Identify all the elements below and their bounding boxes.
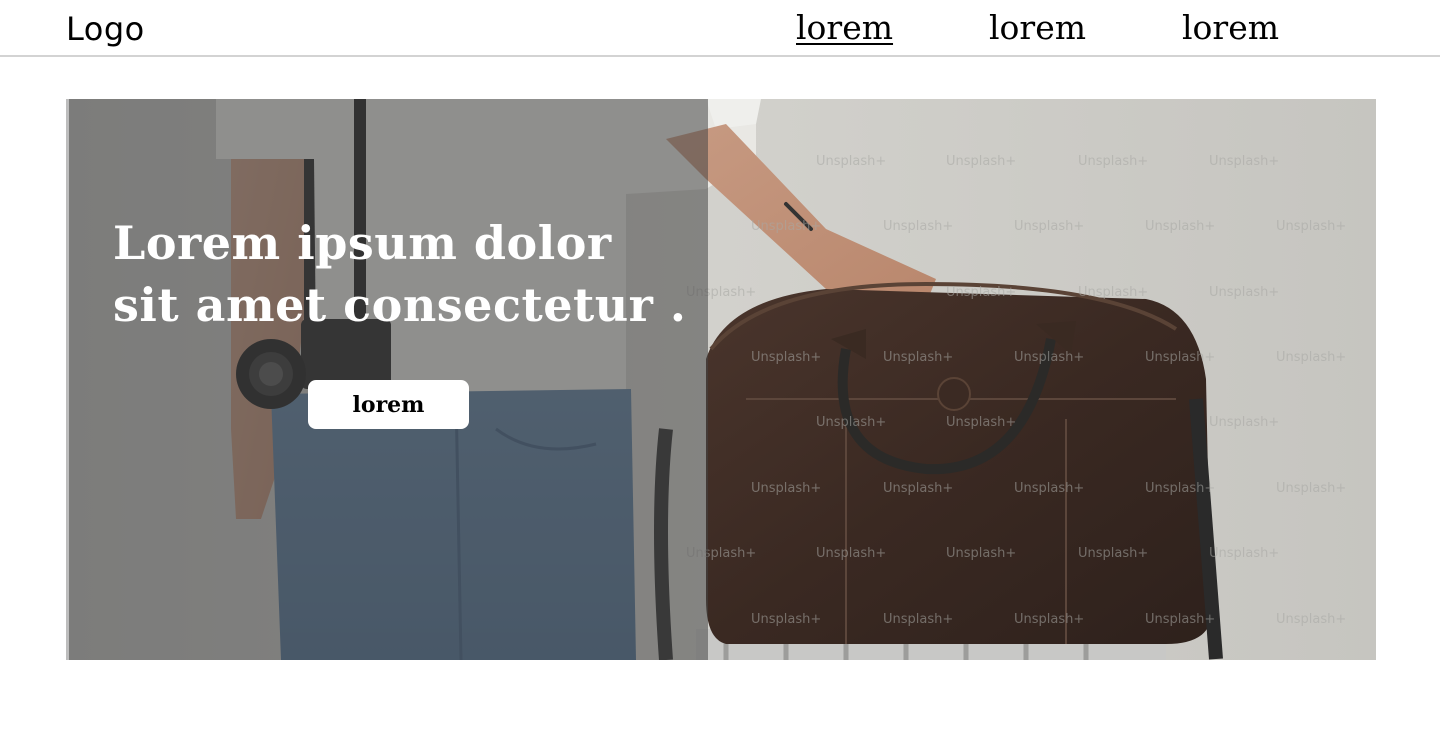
hero-left-edge (66, 99, 69, 660)
svg-text:Unsplash+: Unsplash+ (946, 415, 1016, 430)
svg-text:Unsplash+: Unsplash+ (1145, 350, 1215, 365)
svg-text:Unsplash+: Unsplash+ (946, 546, 1016, 561)
svg-text:Unsplash+: Unsplash+ (1276, 612, 1346, 627)
nav-link-2[interactable]: lorem (989, 8, 1086, 48)
svg-text:Unsplash+: Unsplash+ (1276, 481, 1346, 496)
svg-text:Unsplash+: Unsplash+ (816, 546, 886, 561)
svg-text:Unsplash+: Unsplash+ (751, 350, 821, 365)
hero-banner: Unsplash+ Unsplash+ Unsplash+ Unsplash+ … (66, 99, 1376, 660)
svg-text:Unsplash+: Unsplash+ (1014, 219, 1084, 234)
svg-text:Unsplash+: Unsplash+ (883, 481, 953, 496)
svg-text:Unsplash+: Unsplash+ (816, 154, 886, 169)
svg-text:Unsplash+: Unsplash+ (1014, 350, 1084, 365)
nav-link-3[interactable]: lorem (1182, 8, 1279, 48)
svg-text:Unsplash+: Unsplash+ (751, 219, 821, 234)
svg-text:Unsplash+: Unsplash+ (1209, 285, 1279, 300)
svg-text:Unsplash+: Unsplash+ (946, 285, 1016, 300)
svg-text:Unsplash+: Unsplash+ (1145, 612, 1215, 627)
svg-text:Unsplash+: Unsplash+ (1014, 481, 1084, 496)
svg-text:Unsplash+: Unsplash+ (1145, 481, 1215, 496)
svg-text:Unsplash+: Unsplash+ (883, 350, 953, 365)
nav-link-1[interactable]: lorem (796, 8, 893, 48)
svg-text:Unsplash+: Unsplash+ (1276, 219, 1346, 234)
svg-text:Unsplash+: Unsplash+ (883, 219, 953, 234)
svg-text:Unsplash+: Unsplash+ (751, 481, 821, 496)
svg-text:Unsplash+: Unsplash+ (1276, 350, 1346, 365)
svg-text:Unsplash+: Unsplash+ (883, 612, 953, 627)
hero-cta-button[interactable]: lorem (308, 380, 469, 429)
svg-text:Unsplash+: Unsplash+ (1145, 219, 1215, 234)
svg-text:Unsplash+: Unsplash+ (816, 415, 886, 430)
logo[interactable]: Logo (66, 10, 145, 48)
svg-text:Unsplash+: Unsplash+ (1209, 415, 1279, 430)
svg-text:Unsplash+: Unsplash+ (751, 612, 821, 627)
svg-text:Unsplash+: Unsplash+ (1078, 154, 1148, 169)
svg-text:Unsplash+: Unsplash+ (946, 154, 1016, 169)
site-header: Logo lorem lorem lorem (0, 0, 1440, 57)
svg-text:Unsplash+: Unsplash+ (1209, 154, 1279, 169)
hero-title: Lorem ipsum dolor sit amet consectetur . (113, 216, 687, 332)
svg-text:Unsplash+: Unsplash+ (1078, 285, 1148, 300)
svg-text:Unsplash+: Unsplash+ (1078, 546, 1148, 561)
svg-text:Unsplash+: Unsplash+ (1209, 546, 1279, 561)
svg-text:Unsplash+: Unsplash+ (1014, 612, 1084, 627)
